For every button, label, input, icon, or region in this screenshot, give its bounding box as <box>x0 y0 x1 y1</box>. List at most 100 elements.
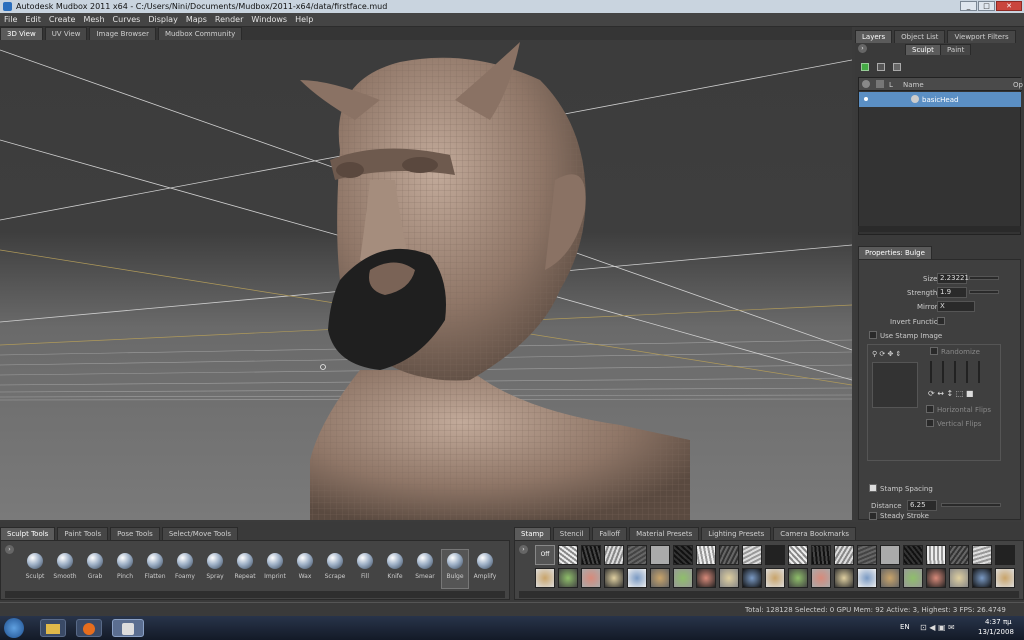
tool-smooth[interactable]: Smooth <box>51 553 79 580</box>
clock-date[interactable]: 13/1/2008 <box>978 628 1014 636</box>
stamp-tray-collapse-icon[interactable]: › <box>519 545 528 554</box>
firefox-taskbar-icon[interactable] <box>76 619 102 637</box>
stamp-thumbnail[interactable] <box>696 545 716 565</box>
tab-lighting-presets[interactable]: Lighting Presets <box>701 527 772 540</box>
stamp-transform-icons[interactable]: ⟳ ↔ ↕ ⬚ ■ <box>928 389 973 398</box>
stamp-tray-scrollbar[interactable] <box>519 591 1019 598</box>
tool-bulge[interactable]: Bulge <box>441 549 469 589</box>
tool-knife[interactable]: Knife <box>381 553 409 580</box>
tab-uv-view[interactable]: UV View <box>44 27 88 40</box>
3d-viewport[interactable] <box>0 40 852 520</box>
tab-3d-view[interactable]: 3D View <box>0 27 43 40</box>
tool-tray-scrollbar[interactable] <box>5 591 505 598</box>
stamp-spacing-checkbox[interactable] <box>869 484 877 492</box>
invert-function-checkbox[interactable] <box>937 317 945 325</box>
menu-render[interactable]: Render <box>215 15 243 24</box>
stamp-thumbnail[interactable] <box>742 545 762 565</box>
merge-layer-icon[interactable] <box>893 63 901 71</box>
stamp-thumbnail[interactable] <box>719 545 739 565</box>
menu-help[interactable]: Help <box>295 15 313 24</box>
steady-stroke-checkbox[interactable] <box>869 512 877 520</box>
tab-material-presets[interactable]: Material Presets <box>629 527 700 540</box>
layer-row[interactable]: basicHead <box>859 92 1021 107</box>
tool-grab[interactable]: Grab <box>81 553 109 580</box>
stamp-thumbnail[interactable] <box>765 568 785 588</box>
stamp-thumbnail[interactable] <box>811 545 831 565</box>
tab-paint-tools[interactable]: Paint Tools <box>57 527 109 540</box>
stamp-thumbnail[interactable] <box>581 568 601 588</box>
stamp-thumbnail[interactable] <box>926 545 946 565</box>
stamp-thumbnail[interactable] <box>627 545 647 565</box>
tool-flatten[interactable]: Flatten <box>141 553 169 580</box>
strength-slider[interactable] <box>969 290 999 294</box>
stamp-tools-icons[interactable]: ⚲ ⟳ ✥ ⇕ <box>872 350 901 358</box>
menu-maps[interactable]: Maps <box>186 15 207 24</box>
tool-scrape[interactable]: Scrape <box>321 553 349 580</box>
stamp-off[interactable]: Off <box>535 545 555 565</box>
clock-time[interactable]: 4:37 πμ <box>985 618 1012 626</box>
visibility-icon[interactable] <box>864 97 868 101</box>
stamp-thumbnail[interactable] <box>719 568 739 588</box>
menu-create[interactable]: Create <box>49 15 76 24</box>
explorer-taskbar-icon[interactable] <box>40 619 66 637</box>
stamp-thumbnail[interactable] <box>972 568 992 588</box>
stamp-thumbnail[interactable] <box>811 568 831 588</box>
menu-edit[interactable]: Edit <box>25 15 41 24</box>
stamp-thumbnail[interactable] <box>696 568 716 588</box>
stamp-thumbnail[interactable] <box>742 568 762 588</box>
layer-scrollbar[interactable] <box>858 226 1021 232</box>
vertical-flips-checkbox[interactable] <box>926 419 934 427</box>
mudbox-taskbar-icon[interactable] <box>112 619 144 637</box>
tab-falloff[interactable]: Falloff <box>592 527 628 540</box>
stamp-thumbnail[interactable] <box>650 568 670 588</box>
stamp-thumbnail[interactable] <box>995 568 1015 588</box>
stamp-thumbnail[interactable] <box>903 568 923 588</box>
collapse-icon[interactable]: › <box>858 44 867 53</box>
tool-fill[interactable]: Fill <box>351 553 379 580</box>
stamp-thumbnail[interactable] <box>558 568 578 588</box>
stamp-preview[interactable] <box>872 362 918 408</box>
tab-viewport-filters[interactable]: Viewport Filters <box>947 30 1016 43</box>
start-orb-icon[interactable] <box>4 618 24 638</box>
tab-image-browser[interactable]: Image Browser <box>89 27 156 40</box>
maximize-button[interactable]: □ <box>978 1 995 11</box>
tab-sculpt-tools[interactable]: Sculpt Tools <box>0 527 56 540</box>
subtab-sculpt[interactable]: Sculpt <box>905 44 941 55</box>
stamp-thumbnail[interactable] <box>673 545 693 565</box>
tool-spray[interactable]: Spray <box>201 553 229 580</box>
stamp-thumbnail[interactable] <box>857 545 877 565</box>
menu-windows[interactable]: Windows <box>251 15 287 24</box>
tool-pinch[interactable]: Pinch <box>111 553 139 580</box>
stamp-thumbnail[interactable] <box>604 545 624 565</box>
stamp-thumbnail[interactable] <box>949 568 969 588</box>
horizontal-flips-checkbox[interactable] <box>926 405 934 413</box>
stamp-thumbnail[interactable] <box>673 568 693 588</box>
tool-repeat[interactable]: Repeat <box>231 553 259 580</box>
stamp-thumbnail[interactable] <box>834 568 854 588</box>
minimize-button[interactable]: _ <box>960 1 977 11</box>
mirror-select[interactable]: X <box>937 301 975 312</box>
tool-foamy[interactable]: Foamy <box>171 553 199 580</box>
distance-field[interactable]: 6.25 <box>907 500 937 511</box>
stamp-thumbnail[interactable] <box>604 568 624 588</box>
stamp-thumbnail[interactable] <box>765 545 785 565</box>
menu-display[interactable]: Display <box>148 15 178 24</box>
stamp-thumbnail[interactable] <box>627 568 647 588</box>
size-field[interactable]: 2.23221 <box>937 273 969 284</box>
tab-layers[interactable]: Layers <box>855 30 893 43</box>
tab-stamp[interactable]: Stamp <box>514 527 551 540</box>
randomize-sliders[interactable] <box>930 361 1000 385</box>
tool-wax[interactable]: Wax <box>291 553 319 580</box>
tab-select-move-tools[interactable]: Select/Move Tools <box>161 527 239 540</box>
new-layer-icon[interactable] <box>861 63 869 71</box>
tab-stencil[interactable]: Stencil <box>552 527 591 540</box>
stamp-thumbnail[interactable] <box>535 568 555 588</box>
distance-slider[interactable] <box>941 503 1001 507</box>
stamp-thumbnail[interactable] <box>834 545 854 565</box>
strength-field[interactable]: 1.9 <box>937 287 967 298</box>
stamp-thumbnail[interactable] <box>857 568 877 588</box>
stamp-thumbnail[interactable] <box>558 545 578 565</box>
sculpt-head-model[interactable] <box>300 42 690 520</box>
tool-smear[interactable]: Smear <box>411 553 439 580</box>
stamp-thumbnail[interactable] <box>880 568 900 588</box>
